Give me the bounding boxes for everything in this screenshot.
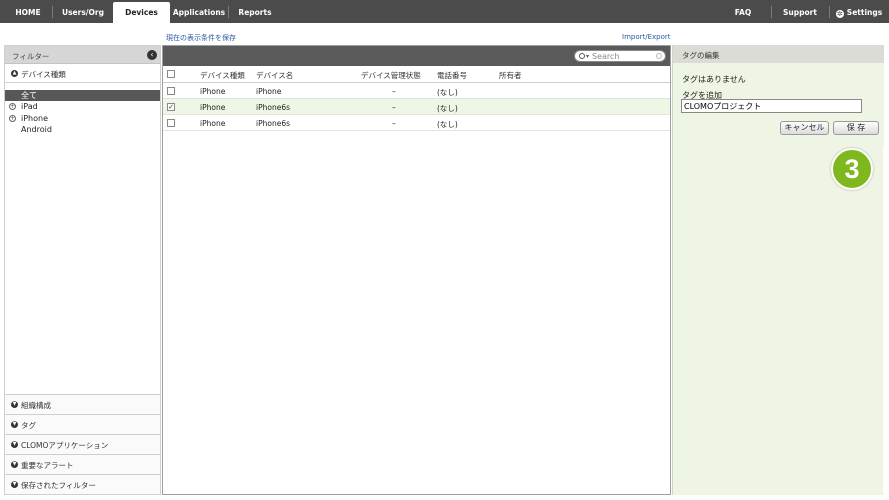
- filter-bottom-sections: ▼ 組織構成 ▼ タグ ▼ CLOMOアプリケーション ▼ 重要なアラート ▼ …: [5, 394, 160, 494]
- column-header-phone[interactable]: 電話番号: [437, 70, 467, 81]
- row-checkbox[interactable]: [167, 87, 175, 95]
- search-icon: [579, 53, 585, 59]
- row-checkbox[interactable]: [167, 119, 175, 127]
- column-header-owner[interactable]: 所有者: [499, 70, 522, 81]
- cell-status: –: [392, 103, 396, 112]
- cancel-button[interactable]: キャンセル: [780, 121, 829, 135]
- device-table-panel: ▾ デバイス種類 デバイス名 デバイス管理状態 電話番号 所有者 iPhone …: [162, 45, 671, 495]
- cell-device-type: iPhone: [200, 103, 226, 112]
- row-checkbox[interactable]: ✓: [167, 103, 175, 111]
- filter-section-label: 保存されたフィルター: [21, 481, 96, 490]
- cell-device-type: iPhone: [200, 87, 226, 96]
- filter-section-org[interactable]: ▼ 組織構成: [5, 394, 160, 414]
- cell-device-name: iPhone6s: [256, 119, 290, 128]
- table-toolbar: ▾: [163, 46, 670, 66]
- nav-support[interactable]: Support: [780, 0, 820, 23]
- chevron-down-icon: ▼: [11, 421, 18, 428]
- tag-panel-title: タグの編集: [682, 51, 720, 60]
- nav-separator: [52, 6, 53, 18]
- cell-device-type: iPhone: [200, 119, 226, 128]
- tag-panel-header: タグの編集: [673, 45, 884, 63]
- cell-status: –: [392, 119, 396, 128]
- tag-edit-panel: タグの編集 タグはありません タグを追加 キャンセル 保 存: [672, 45, 884, 495]
- nav-settings[interactable]: ✲ Settings: [834, 0, 884, 23]
- cell-phone: (なし): [437, 104, 458, 113]
- select-all-checkbox[interactable]: [167, 70, 175, 78]
- collapse-panel-icon[interactable]: ‹: [147, 50, 157, 60]
- device-type-list: 全て + iPad + iPhone Android: [5, 83, 160, 387]
- cell-device-name: iPhone6s: [256, 103, 290, 112]
- cell-phone: (なし): [437, 120, 458, 129]
- chevron-down-icon: ▼: [11, 401, 18, 408]
- filter-panel: フィルター ‹ ▲ デバイス種類 全て + iPad + iPhone Androi…: [4, 45, 161, 495]
- table-row[interactable]: iPhone iPhone – (なし): [163, 83, 670, 99]
- import-export-link[interactable]: Import/Export: [622, 33, 671, 41]
- column-header-device-name[interactable]: デバイス名: [256, 70, 293, 81]
- nav-reports[interactable]: Reports: [232, 0, 278, 23]
- top-nav: HOME Users/Org Devices Applications Repo…: [0, 0, 889, 23]
- filter-item-all[interactable]: 全て: [5, 90, 160, 101]
- filter-section-saved[interactable]: ▼ 保存されたフィルター: [5, 474, 160, 494]
- filter-section-label: 組織構成: [21, 401, 51, 410]
- search-box[interactable]: ▾: [574, 50, 666, 62]
- gear-icon: ✲: [835, 10, 844, 18]
- column-header-device-type[interactable]: デバイス種類: [200, 70, 245, 81]
- filter-item-label: iPad: [21, 102, 38, 111]
- nav-settings-label: Settings: [846, 8, 883, 17]
- filter-section-clomo-apps[interactable]: ▼ CLOMOアプリケーション: [5, 434, 160, 454]
- filter-title: フィルター: [12, 52, 50, 61]
- column-header-status[interactable]: デバイス管理状態: [361, 70, 421, 81]
- table-header: デバイス種類 デバイス名 デバイス管理状態 電話番号 所有者: [163, 66, 670, 83]
- filter-section-alerts[interactable]: ▼ 重要なアラート: [5, 454, 160, 474]
- nav-separator: [771, 6, 772, 18]
- chevron-down-icon: ▼: [11, 461, 18, 468]
- filter-item-ipad[interactable]: + iPad: [5, 101, 160, 112]
- expand-icon[interactable]: +: [9, 103, 16, 110]
- nav-applications[interactable]: Applications: [172, 0, 226, 23]
- nav-faq[interactable]: FAQ: [727, 0, 759, 23]
- cell-phone: (なし): [437, 88, 458, 97]
- no-tags-text: タグはありません: [682, 75, 746, 84]
- chevron-down-icon[interactable]: ▾: [586, 51, 589, 62]
- cell-status: –: [392, 87, 396, 96]
- chevron-up-icon: ▲: [11, 70, 18, 77]
- add-tag-input[interactable]: [681, 99, 862, 113]
- save-view-link[interactable]: 現在の表示条件を保存: [166, 33, 236, 43]
- filter-section-label: タグ: [21, 421, 36, 430]
- panel-edge: [883, 148, 887, 493]
- table-row[interactable]: iPhone iPhone6s – (なし): [163, 115, 670, 131]
- cell-device-name: iPhone: [256, 87, 282, 96]
- nav-users-org[interactable]: Users/Org: [56, 0, 110, 23]
- nav-devices[interactable]: Devices: [113, 2, 170, 23]
- nav-separator: [829, 6, 830, 18]
- save-button[interactable]: 保 存: [833, 121, 879, 135]
- nav-separator: [228, 6, 229, 18]
- filter-item-label: iPhone: [21, 114, 49, 123]
- filter-item-iphone[interactable]: + iPhone: [5, 113, 160, 124]
- chevron-down-icon: ▼: [11, 441, 18, 448]
- table-row[interactable]: ✓ iPhone iPhone6s – (なし): [163, 99, 670, 115]
- filter-section-device-type[interactable]: ▲ デバイス種類: [5, 64, 160, 83]
- filter-section-label: 重要なアラート: [21, 461, 74, 470]
- nav-home[interactable]: HOME: [6, 0, 50, 23]
- chevron-down-icon: ▼: [11, 481, 18, 488]
- step-number-badge: 3: [831, 148, 873, 190]
- clear-icon[interactable]: [656, 53, 662, 59]
- search-input[interactable]: [592, 51, 652, 61]
- filter-section-label: CLOMOアプリケーション: [21, 441, 109, 450]
- filter-item-android[interactable]: Android: [5, 124, 160, 135]
- filter-header: フィルター ‹: [5, 46, 160, 64]
- expand-icon[interactable]: +: [9, 115, 16, 122]
- filter-section-label: デバイス種類: [21, 70, 66, 79]
- filter-section-tag[interactable]: ▼ タグ: [5, 414, 160, 434]
